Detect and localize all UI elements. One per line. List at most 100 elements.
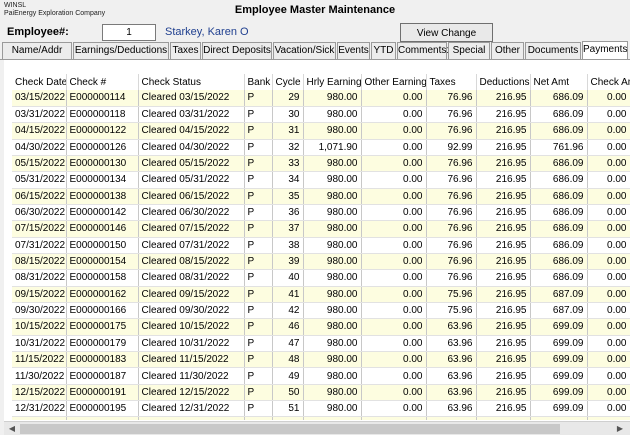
col-check-status[interactable]: Check Status [138,74,245,90]
table-row[interactable]: 01/15/2023E000000209Cleared 01/15/2023P5… [12,416,630,420]
table-cell: 38 [272,237,304,254]
tab-taxes[interactable]: Taxes [170,42,201,59]
table-row[interactable]: 06/30/2022 E000000142 Cleared 06/30/2022 P 3… [12,204,630,222]
table-row[interactable]: 12/31/2022 E000000195 Cleared 12/31/2022 P 5… [12,400,630,418]
col-check-date[interactable]: Check Date [12,74,67,90]
col-taxes[interactable]: Taxes [426,74,477,90]
table-cell: 92.99 [426,139,477,156]
employee-number-input[interactable]: 1 [102,24,156,41]
table-row[interactable]: 05/31/2022 E000000134 Cleared 05/31/2022 P 3… [12,171,630,189]
table-cell: 980.00 [303,106,362,124]
table-cell: P [244,253,273,271]
table-row[interactable]: 11/15/2022 E000000183 Cleared 11/15/2022 P 4… [12,351,630,369]
table-cell: Cleared 05/15/2022 [138,155,245,173]
tab-documents[interactable]: Documents [525,42,581,59]
table-cell: 216.95 [476,384,531,402]
table-cell: 0.00 [361,351,427,369]
table-cell: E000000195 [66,400,139,418]
table-cell: Cleared 11/30/2022 [138,367,245,385]
table-cell: Cleared 08/15/2022 [138,253,245,271]
table-cell: E000000175 [66,318,139,336]
table-cell: P [244,318,273,336]
col-deductions[interactable]: Deductions [476,74,531,90]
payments-rows: 03/15/2022 E000000114 Cleared 03/15/2022 P 2… [12,90,630,420]
table-row[interactable]: 03/15/2022 E000000114 Cleared 03/15/2022 P 2… [12,90,630,107]
table-cell: 10/31/2022 [12,335,67,353]
tab-vacation-sick[interactable]: Vacation/Sick [273,42,336,59]
table-cell: 63.96 [426,384,477,402]
table-cell: 09/15/2022 [12,286,67,303]
col-hrly-earnings[interactable]: Hrly Earnings [303,74,362,90]
table-row[interactable]: 04/15/2022 E000000122 Cleared 04/15/2022 P 3… [12,122,630,140]
table-cell: Cleared 10/31/2022 [138,335,245,353]
scroll-right-arrow-icon[interactable]: ▶ [614,423,626,435]
table-cell: 0.00 [587,318,630,336]
table-cell: 11/15/2022 [12,351,67,369]
table-row[interactable]: 12/15/2022 E000000191 Cleared 12/15/2022 P 5… [12,384,630,402]
table-row[interactable]: 10/15/2022 E000000175 Cleared 10/15/2022 P 4… [12,318,630,336]
table-row[interactable]: 08/15/2022 E000000154 Cleared 08/15/2022 P 3… [12,253,630,271]
scroll-left-arrow-icon[interactable]: ◀ [6,423,18,435]
table-row[interactable]: 07/31/2022 E000000150 Cleared 07/31/2022 P 3… [12,237,630,254]
view-change-history-button[interactable]: View Change History [400,23,493,56]
tab-other[interactable]: Other [491,42,524,59]
table-cell: E000000134 [66,171,139,189]
table-cell: 0.00 [587,269,630,287]
table-row[interactable]: 11/30/2022 E000000187 Cleared 11/30/2022 P 4… [12,367,630,385]
table-cell: E000000138 [66,188,139,205]
table-cell: 76.96 [426,155,477,173]
table-row[interactable]: 06/15/2022 E000000138 Cleared 06/15/2022 P 3… [12,188,630,205]
table-row[interactable]: 08/31/2022 E000000158 Cleared 08/31/2022 P 4… [12,269,630,287]
table-cell: Cleared 08/31/2022 [138,269,245,287]
table-row[interactable]: 09/30/2022 E000000166 Cleared 09/30/2022 P 4… [12,302,630,320]
col-check-number[interactable]: Check # [66,74,139,90]
col-check-amt[interactable]: Check Amt [587,74,630,90]
tab-comments[interactable]: Comments [397,42,447,59]
table-row[interactable]: 05/15/2022 E000000130 Cleared 05/15/2022 P 3… [12,155,630,173]
table-row[interactable]: 07/15/2022 E000000146 Cleared 07/15/2022 P 3… [12,220,630,238]
col-bank[interactable]: Bank [244,74,273,90]
table-cell: 10/15/2022 [12,318,67,336]
table-cell: 76.96 [426,204,477,222]
table-cell: Cleared 04/30/2022 [138,139,245,156]
tab-special[interactable]: Special [448,42,490,59]
table-cell: Cleared 12/31/2022 [138,400,245,418]
table-cell: P [244,416,273,420]
table-cell: 40 [272,269,304,287]
tab-earnings-deductions[interactable]: Earnings/Deductions [73,42,169,59]
horizontal-scrollbar[interactable]: ◀ ▶ [4,421,630,435]
col-cycle[interactable]: Cycle [272,74,304,90]
col-net-amt[interactable]: Net Amt [530,74,588,90]
col-other-earnings[interactable]: Other Earnings [361,74,427,90]
tab-ytd[interactable]: YTD [371,42,396,59]
table-cell: E000000179 [66,335,139,353]
table-cell: 0.00 [361,286,427,303]
table-cell: 05/31/2022 [12,171,67,189]
table-cell: 216.95 [476,286,531,303]
table-cell: 980.00 [303,253,362,271]
table-row[interactable]: 09/15/2022 E000000162 Cleared 09/15/2022 P 4… [12,286,630,303]
table-cell: 39 [272,253,304,271]
table-cell: 0.00 [361,122,427,140]
tab-payments[interactable]: Payments [582,41,628,59]
table-row[interactable]: 04/30/2022 E000000126 Cleared 04/30/2022 P 3… [12,139,630,156]
table-cell: 04/15/2022 [12,122,67,140]
table-cell: Cleared 09/30/2022 [138,302,245,320]
table-row[interactable]: 03/31/2022 E000000118 Cleared 03/31/2022 P 3… [12,106,630,124]
table-cell: P [244,188,273,205]
table-cell: 0.00 [587,302,630,320]
table-cell: 59 [272,416,304,420]
table-cell: 216.95 [476,188,531,205]
table-cell: 980.00 [303,384,362,402]
scroll-thumb[interactable] [20,424,560,434]
table-cell: 216.95 [476,171,531,189]
table-cell: Cleared 04/15/2022 [138,122,245,140]
tab-direct-deposits[interactable]: Direct Deposits [202,42,272,59]
tab-events[interactable]: Events [337,42,370,59]
table-cell: 0.00 [361,253,427,271]
table-row[interactable]: 10/31/2022 E000000179 Cleared 10/31/2022 P 4… [12,335,630,353]
table-cell: 0.00 [361,106,427,124]
tab-name-addr[interactable]: Name/Addr [2,42,72,59]
table-cell: 980.00 [303,302,362,320]
table-cell: 76.96 [426,106,477,124]
